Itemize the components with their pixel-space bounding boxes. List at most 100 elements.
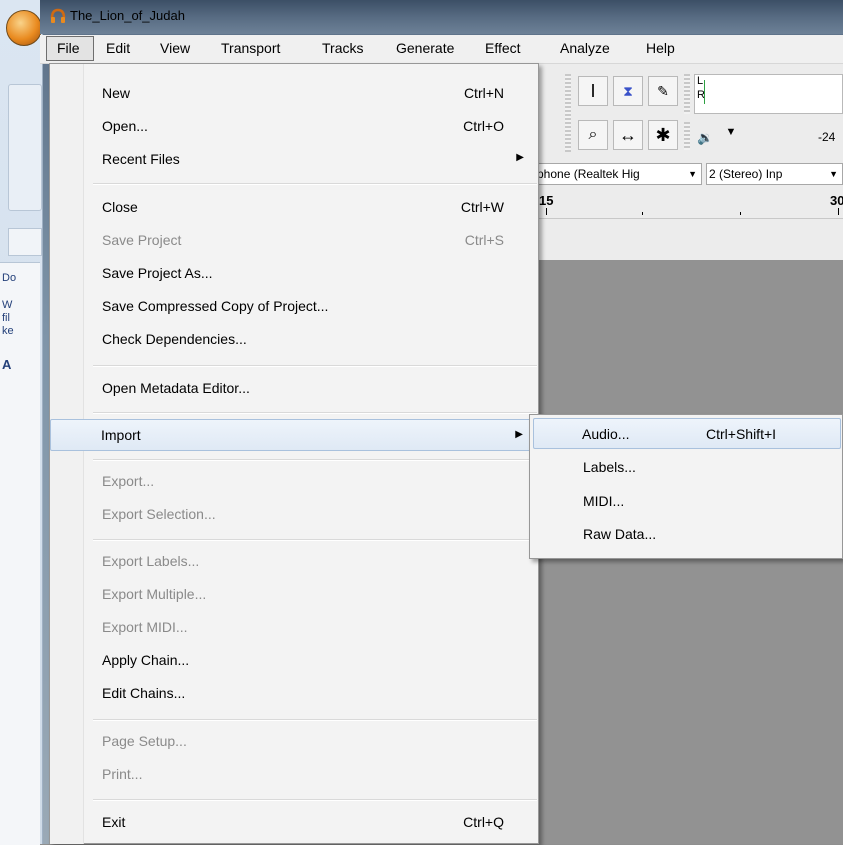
ruler-label: 15 [539,193,554,208]
menu-label: Save Compressed Copy of Project... [102,298,329,314]
menu-separator [93,459,537,461]
menu-shortcut: Ctrl+W [460,199,504,215]
submenu-shortcut: Ctrl+Shift+I [706,426,777,442]
chevron-down-icon: ▼ [688,169,697,179]
submenu-arrow-icon: ▶ [515,429,523,440]
menu-label: Open Metadata Editor... [102,380,250,396]
menu-export-selection[interactable]: Export Selection... [50,500,538,528]
menu-view[interactable]: View [160,40,190,56]
meter-grip[interactable] [684,74,690,114]
menu-label: Check Dependencies... [102,331,247,347]
menu-save-project[interactable]: Save Project Ctrl+S [50,226,538,254]
ruler-tick [642,212,643,215]
ruler-tick [838,208,839,215]
menu-close[interactable]: Close Ctrl+W [50,193,538,221]
menu-separator [93,412,537,414]
input-channels-value: 2 (Stereo) Inp [709,167,783,181]
menu-transport[interactable]: Transport [221,40,280,56]
menu-label: New [102,85,131,101]
menu-print[interactable]: Print... [50,760,538,788]
menu-tracks[interactable]: Tracks [322,40,363,56]
menu-label: Close [102,199,138,215]
menu-label: Export Labels... [102,553,200,569]
menu-label: Recent Files [102,151,180,167]
menu-separator [93,365,537,367]
menu-label: Page Setup... [102,733,187,749]
multi-tool-icon[interactable]: ✱ [648,120,678,150]
menu-page-setup[interactable]: Page Setup... [50,727,538,755]
left-panel-text: Do W fil ke A [2,272,17,371]
menu-file[interactable]: File [46,36,94,61]
input-device-value: phone (Realtek Hig [537,167,640,181]
draw-tool-icon[interactable]: ✎ [648,76,678,106]
menu-label: Export Selection... [102,506,216,522]
menu-label: Edit Chains... [102,685,186,701]
volume-dropdown-icon[interactable]: ▼ [722,126,740,144]
menu-help[interactable]: Help [646,40,675,56]
menu-label: Export Multiple... [102,586,207,602]
meter-left-label: L [697,75,704,87]
mixer-grip[interactable] [684,122,690,150]
menu-apply-chain[interactable]: Apply Chain... [50,646,538,674]
submenu-label: Audio... [582,426,630,442]
menu-label: Export... [102,473,155,489]
menu-generate[interactable]: Generate [396,40,454,56]
menu-save-project-as[interactable]: Save Project As... [50,259,538,287]
ruler-label: 30 [830,193,843,208]
input-channels-select[interactable]: 2 (Stereo) Inp ▼ [706,163,843,185]
menu-analyze[interactable]: Analyze [560,40,610,56]
input-device-select[interactable]: phone (Realtek Hig ▼ [534,163,702,185]
menu-label: Import [101,427,141,443]
timeshift-tool-icon[interactable]: ↔ [613,120,643,150]
zoom-tool-icon[interactable]: ⌕ [578,120,608,150]
chevron-down-icon: ▼ [829,169,838,179]
menu-shortcut: Ctrl+N [463,85,504,101]
menu-label: Save Project As... [102,265,213,281]
menu-import[interactable]: Import ▶ [50,419,536,451]
menu-separator [93,183,537,185]
menu-separator [93,539,537,541]
menu-metadata-editor[interactable]: Open Metadata Editor... [50,374,538,402]
ruler-tick [546,208,547,215]
menu-label: Save Project [102,232,182,248]
timeline-ruler[interactable] [534,190,843,219]
menu-edit-chains[interactable]: Edit Chains... [50,679,538,707]
meter-display[interactable] [694,74,843,114]
menu-label: Export MIDI... [102,619,188,635]
submenu-label: MIDI... [583,493,625,509]
menu-export-midi[interactable]: Export MIDI... [50,613,538,641]
app-orb-icon[interactable] [6,10,42,46]
ruler-tick [740,212,741,215]
save-icon[interactable] [8,228,42,256]
submenu-audio[interactable]: Audio... Ctrl+Shift+I [533,418,841,449]
menu-separator [93,799,537,801]
toolbar-grip[interactable] [565,74,571,152]
menu-effect[interactable]: Effect [485,40,521,56]
submenu-label: Labels... [583,459,636,475]
volume-db-label: -24 [818,130,836,144]
submenu-labels[interactable]: Labels... [531,452,843,483]
menu-shortcut: Ctrl+Q [463,814,504,830]
menu-recent-files[interactable]: Recent Files ▶ [50,145,538,173]
menu-label: Apply Chain... [102,652,190,668]
menu-edit[interactable]: Edit [106,40,130,56]
menu-new[interactable]: New Ctrl+N [50,79,538,107]
menu-export-labels[interactable]: Export Labels... [50,547,538,575]
menu-open[interactable]: Open... Ctrl+O [50,112,538,140]
menu-check-dependencies[interactable]: Check Dependencies... [50,325,538,353]
speaker-icon: 🔉 [697,130,714,145]
envelope-tool-icon[interactable]: ⧗ [613,76,643,106]
menu-label: Open... [102,118,148,134]
window-title: The_Lion_of_Judah [70,8,185,23]
menu-export[interactable]: Export... [50,467,538,495]
menu-save-compressed[interactable]: Save Compressed Copy of Project... [50,292,538,320]
selection-tool-icon[interactable]: I [578,76,608,106]
submenu-arrow-icon: ▶ [516,152,524,163]
submenu-raw-data[interactable]: Raw Data... [531,519,843,550]
submenu-midi[interactable]: MIDI... [531,486,843,517]
menu-shortcut: Ctrl+O [463,118,504,134]
menu-export-multiple[interactable]: Export Multiple... [50,580,538,608]
menu-label: Print... [102,766,143,782]
headphones-icon [50,8,66,23]
menu-exit[interactable]: Exit Ctrl+Q [50,808,538,836]
